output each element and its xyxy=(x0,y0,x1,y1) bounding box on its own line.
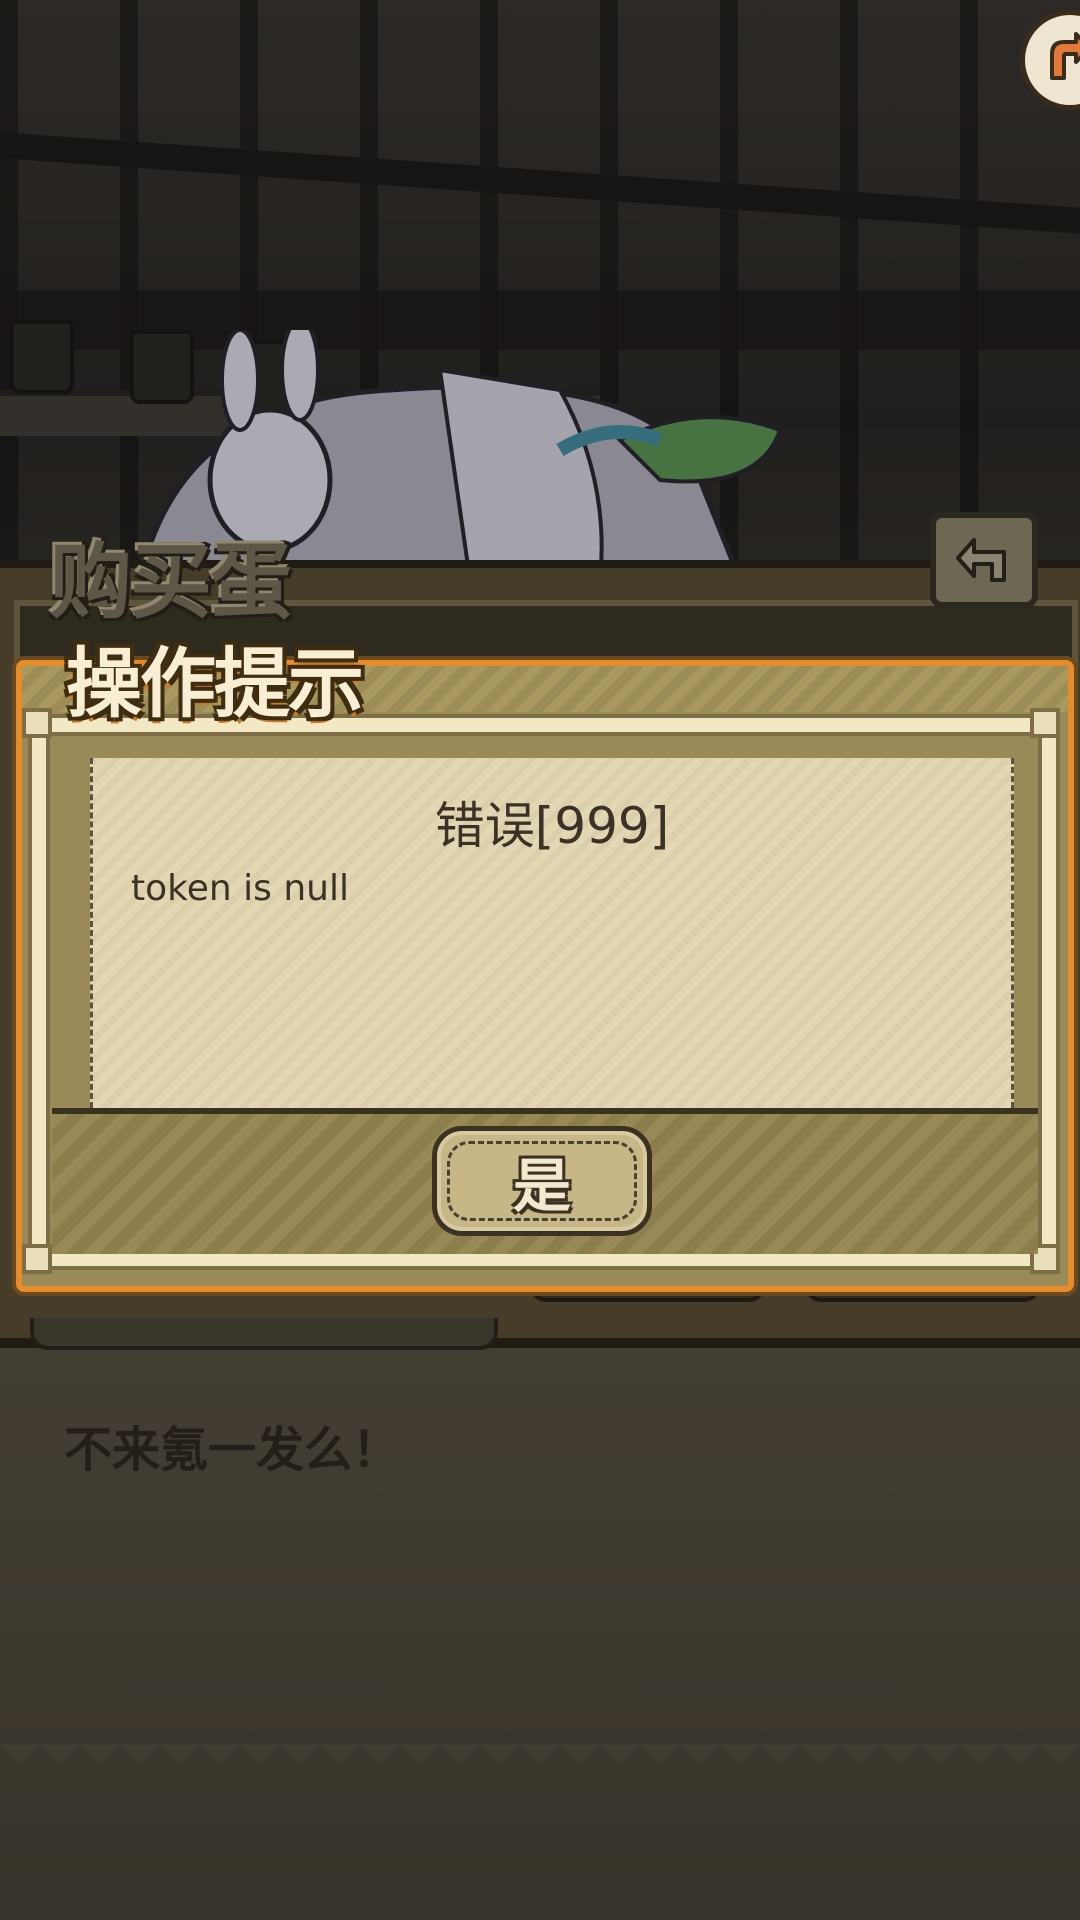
frame-rail-right xyxy=(1038,714,1060,1270)
promo-text: 不来氪一发么！ xyxy=(64,1422,401,1478)
skip-arrow-icon xyxy=(1050,32,1080,80)
confirm-button[interactable]: 是 xyxy=(432,1126,652,1236)
frame-rail-left xyxy=(28,714,50,1270)
error-message: token is null xyxy=(131,868,349,909)
frame-corner xyxy=(1030,708,1060,738)
dialog-title: 操作提示 xyxy=(66,639,364,728)
return-arrow-icon xyxy=(956,538,1006,582)
dialog-content: 错误[999] token is null xyxy=(90,758,1014,1108)
error-title: 错误[999] xyxy=(434,797,670,855)
confirm-button-label: 是 xyxy=(512,1152,571,1220)
frame-corner xyxy=(22,1244,52,1274)
frame-corner xyxy=(22,708,52,738)
return-button[interactable] xyxy=(930,512,1038,608)
buy-egg-title: 购买蛋 xyxy=(50,534,292,630)
prompt-dialog: 错误[999] token is null 是 xyxy=(16,660,1074,1292)
